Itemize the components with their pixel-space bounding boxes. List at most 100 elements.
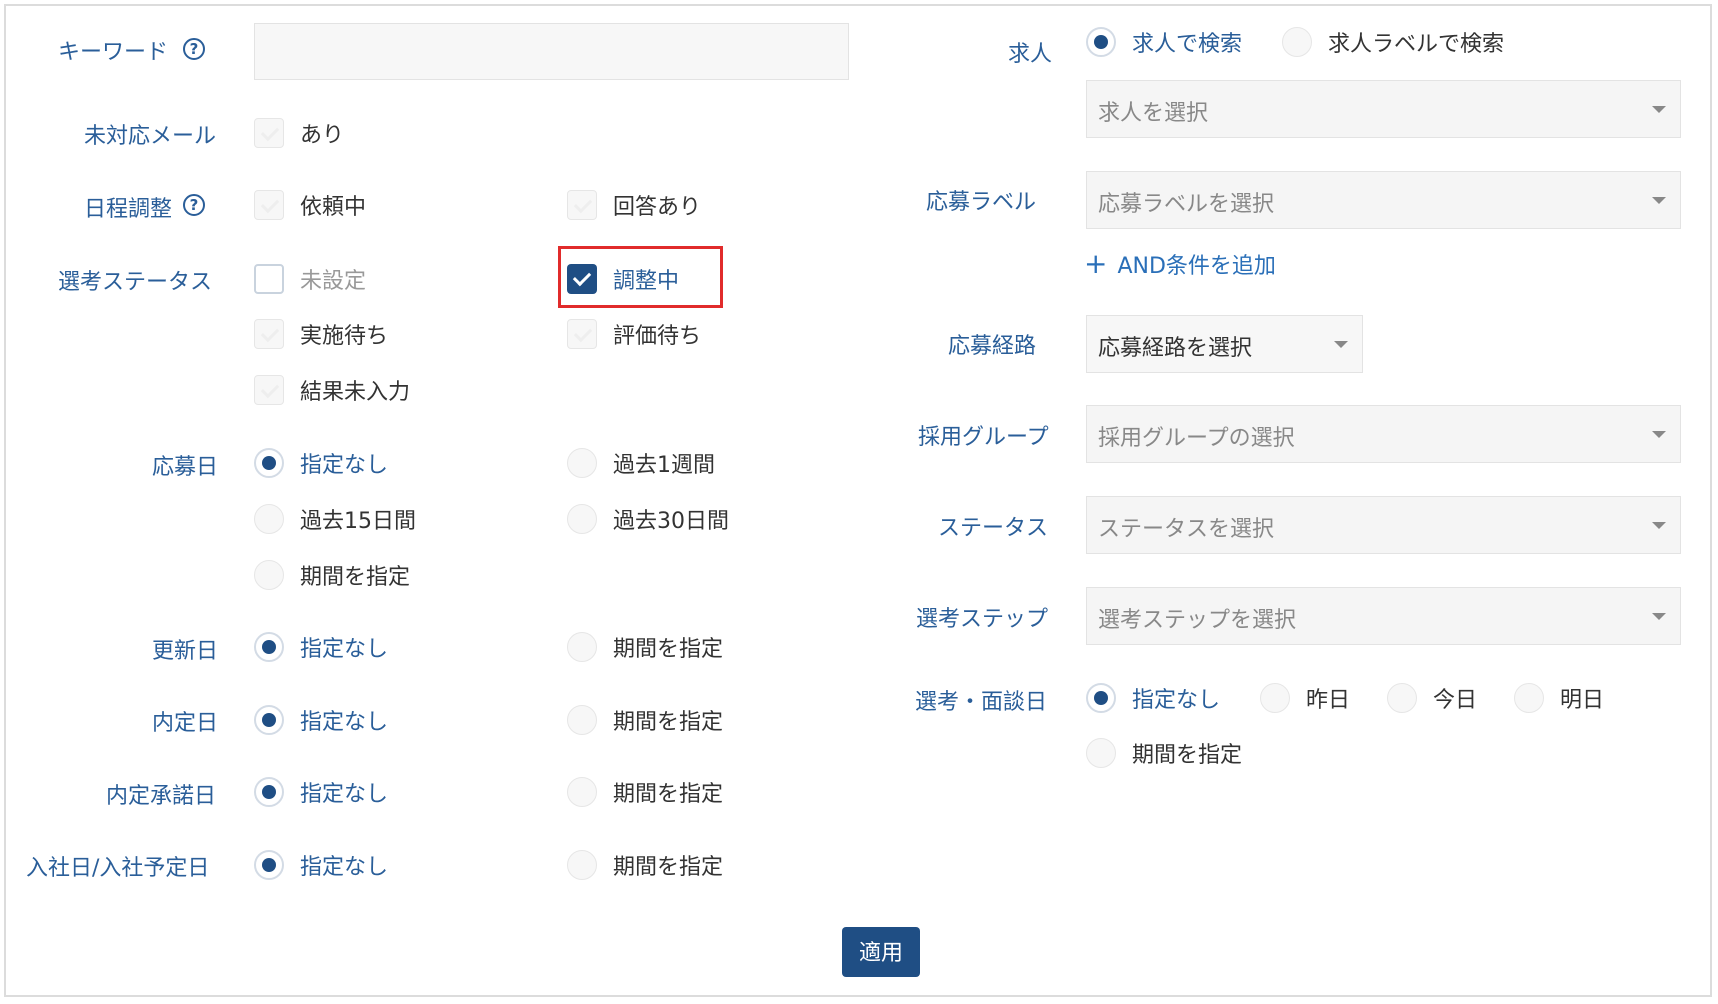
keyword-help-icon[interactable]: ? (183, 38, 205, 60)
apply-label-select[interactable]: 応募ラベルを選択 (1086, 171, 1681, 229)
updated-date-none[interactable]: 指定なし (254, 630, 388, 664)
add-and-condition-link[interactable]: + AND条件を追加 (1084, 248, 1276, 280)
option-label: 過去30日間 (613, 509, 729, 534)
apply-label-label: 応募ラベル (926, 190, 1037, 215)
schedule-label: 日程調整 (84, 197, 173, 222)
keyword-label: キーワード (58, 40, 169, 65)
radio-icon[interactable] (1282, 27, 1312, 57)
option-label: 過去1週間 (613, 453, 715, 478)
offer-accept-date-range[interactable]: 期間を指定 (567, 775, 723, 809)
recruit-group-label: 採用グループ (918, 425, 1049, 450)
option-label: 指定なし (300, 453, 389, 478)
keyword-input[interactable] (254, 23, 849, 80)
join-date-range[interactable]: 期間を指定 (567, 848, 723, 882)
option-label: 未設定 (300, 269, 367, 294)
checkbox-icon[interactable] (254, 319, 284, 349)
recruit-group-select[interactable]: 採用グループの選択 (1086, 405, 1681, 463)
interview-date-tomorrow[interactable]: 明日 (1514, 681, 1604, 715)
radio-selected-icon[interactable] (254, 777, 284, 807)
schedule-option-requested[interactable]: 依頼中 (254, 188, 366, 222)
radio-selected-icon[interactable] (254, 705, 284, 735)
radio-selected-icon[interactable] (1086, 683, 1116, 713)
join-date-none[interactable]: 指定なし (254, 848, 388, 882)
checkbox-icon[interactable] (567, 319, 597, 349)
radio-icon[interactable] (254, 560, 284, 590)
radio-icon[interactable] (567, 504, 597, 534)
radio-icon[interactable] (567, 632, 597, 662)
apply-route-select[interactable]: 応募経路を選択 (1086, 315, 1363, 373)
radio-icon[interactable] (1514, 683, 1544, 713)
offer-date-range[interactable]: 期間を指定 (567, 703, 723, 737)
option-label: 回答あり (613, 195, 702, 220)
plus-icon: + (1084, 247, 1108, 280)
offer-accept-date-none[interactable]: 指定なし (254, 775, 388, 809)
option-label: 期間を指定 (613, 637, 724, 662)
offer-date-none[interactable]: 指定なし (254, 703, 388, 737)
radio-icon[interactable] (1387, 683, 1417, 713)
updated-date-range[interactable]: 期間を指定 (567, 630, 723, 664)
radio-selected-icon[interactable] (254, 448, 284, 478)
option-label: 昨日 (1306, 688, 1351, 713)
status-option-unset[interactable]: 未設定 (254, 262, 366, 296)
apply-date-range[interactable]: 期間を指定 (254, 558, 410, 592)
radio-icon[interactable] (567, 850, 597, 880)
radio-icon[interactable] (254, 504, 284, 534)
unanswered-mail-label: 未対応メール (84, 124, 217, 149)
option-label: 調整中 (613, 269, 680, 294)
option-label: あり (300, 123, 345, 148)
job-search-by-job[interactable]: 求人で検索 (1086, 25, 1242, 59)
option-label: 指定なし (300, 637, 389, 662)
selection-status-label: 選考ステータス (58, 270, 213, 295)
checkbox-checked-icon[interactable] (567, 264, 597, 294)
apply-date-30days[interactable]: 過去30日間 (567, 502, 729, 536)
option-label: 明日 (1560, 688, 1605, 713)
option-label: 指定なし (300, 710, 389, 735)
checkbox-icon[interactable] (254, 375, 284, 405)
interview-date-none[interactable]: 指定なし (1086, 681, 1220, 715)
selection-step-select[interactable]: 選考ステップを選択 (1086, 587, 1681, 645)
interview-date-range[interactable]: 期間を指定 (1086, 736, 1242, 770)
schedule-help-icon[interactable]: ? (183, 194, 205, 216)
select-placeholder: 求人を選択 (1098, 101, 1209, 126)
radio-selected-icon[interactable] (1086, 27, 1116, 57)
schedule-option-answered[interactable]: 回答あり (567, 188, 701, 222)
checkbox-icon[interactable] (254, 264, 284, 294)
apply-date-15days[interactable]: 過去15日間 (254, 502, 416, 536)
radio-icon[interactable] (567, 448, 597, 478)
radio-icon[interactable] (1260, 683, 1290, 713)
radio-selected-icon[interactable] (254, 850, 284, 880)
apply-route-label: 応募経路 (948, 334, 1037, 359)
checkbox-icon[interactable] (254, 118, 284, 148)
interview-date-today[interactable]: 今日 (1387, 681, 1477, 715)
chevron-down-icon (1334, 341, 1348, 348)
interview-date-label: 選考・面談日 (915, 690, 1048, 715)
job-search-by-label[interactable]: 求人ラベルで検索 (1282, 25, 1504, 59)
select-placeholder: 応募ラベルを選択 (1098, 192, 1275, 217)
status-label: ステータス (938, 516, 1049, 541)
apply-date-none[interactable]: 指定なし (254, 446, 388, 480)
status-select[interactable]: ステータスを選択 (1086, 496, 1681, 554)
radio-icon[interactable] (567, 705, 597, 735)
apply-date-1week[interactable]: 過去1週間 (567, 446, 715, 480)
status-option-waiting[interactable]: 実施待ち (254, 317, 388, 351)
unanswered-mail-checkbox[interactable]: あり (254, 116, 344, 150)
chevron-down-icon (1652, 613, 1666, 620)
job-select[interactable]: 求人を選択 (1086, 80, 1681, 138)
option-label: 指定なし (1132, 688, 1221, 713)
option-label: 期間を指定 (613, 855, 724, 880)
interview-date-yesterday[interactable]: 昨日 (1260, 681, 1350, 715)
option-label: 評価待ち (613, 324, 702, 349)
radio-icon[interactable] (567, 777, 597, 807)
checkbox-icon[interactable] (567, 190, 597, 220)
checkbox-icon[interactable] (254, 190, 284, 220)
chevron-down-icon (1652, 431, 1666, 438)
apply-button[interactable]: 適用 (842, 927, 920, 977)
status-option-adjusting[interactable]: 調整中 (567, 262, 679, 296)
select-placeholder: 選考ステップを選択 (1098, 608, 1297, 633)
updated-date-label: 更新日 (152, 639, 219, 664)
radio-icon[interactable] (1086, 738, 1116, 768)
status-option-no-result[interactable]: 結果未入力 (254, 373, 410, 407)
offer-date-label: 内定日 (152, 711, 219, 736)
status-option-evaluating[interactable]: 評価待ち (567, 317, 701, 351)
radio-selected-icon[interactable] (254, 632, 284, 662)
